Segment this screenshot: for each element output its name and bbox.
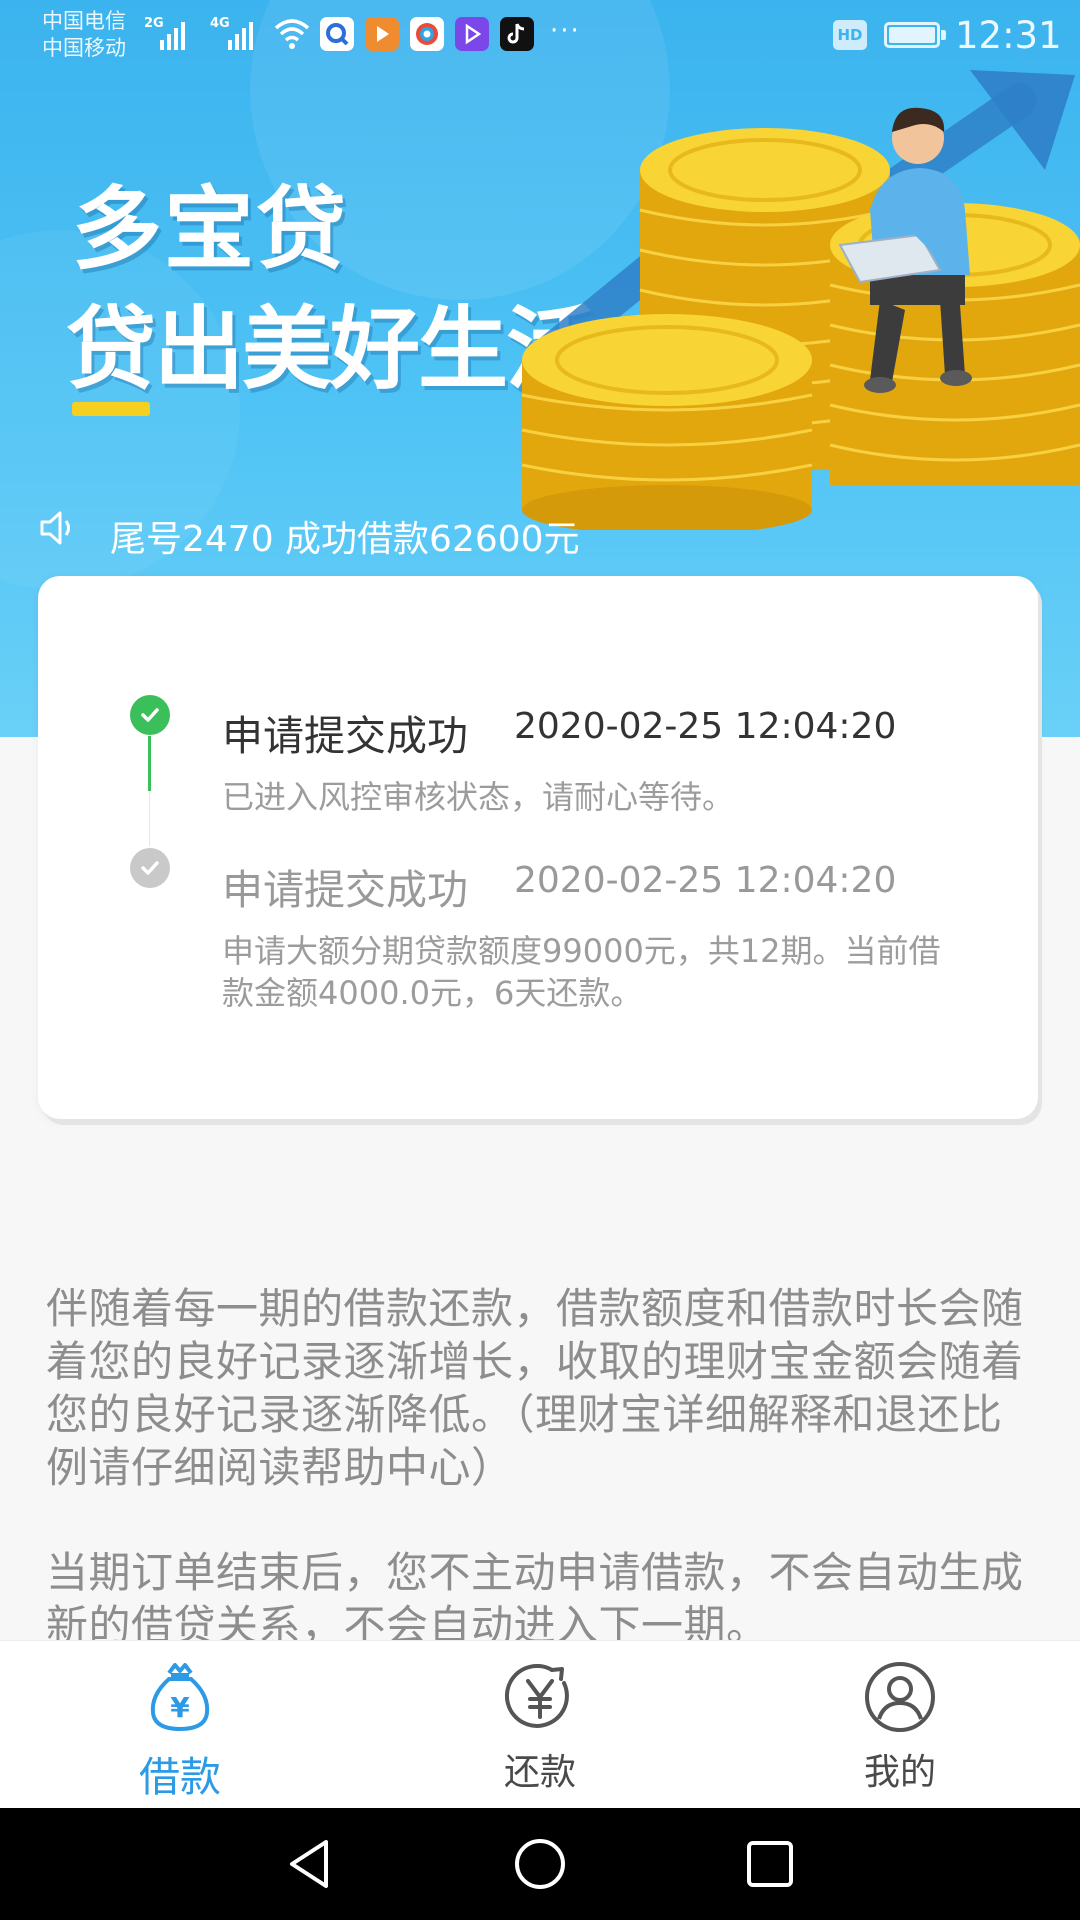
bottom-tab-bar: ¥ 借款 还款 我的 <box>0 1640 1080 1809</box>
system-navigation-bar <box>0 1808 1080 1920</box>
tab-repay-label: 还款 <box>503 1752 576 1793</box>
money-bag-icon: ¥ <box>150 1663 210 1732</box>
recents-icon[interactable] <box>742 1836 798 1892</box>
yen-circle-icon <box>504 1664 569 1728</box>
loan-notice-text: 尾号2470 成功借款62600元 <box>110 519 580 560</box>
wifi-icon <box>274 19 310 49</box>
browser-app-icon <box>410 17 444 51</box>
step-1-time: 2020-02-25 12:04:20 <box>514 706 897 747</box>
tab-mine[interactable]: 我的 <box>800 1661 1000 1795</box>
svg-text:¥: ¥ <box>170 1691 190 1724</box>
step-1-title: 申请提交成功 <box>222 712 468 760</box>
home-icon[interactable] <box>512 1836 568 1892</box>
video-app-icon <box>365 17 399 51</box>
timeline-connector <box>149 791 150 846</box>
info-paragraph-1: 伴随着每一期的借款还款，借款额度和借款时长会随着您的良好记录逐渐增长，收取的理财… <box>46 1284 1024 1492</box>
step-2-description: 申请大额分期贷款额度99000元，共12期。当前借款金额4000.0元，6天还款… <box>222 932 941 1012</box>
signal-4g-icon: 4G <box>210 16 253 50</box>
back-icon[interactable] <box>282 1836 338 1892</box>
network-label-1: 2G <box>144 16 164 31</box>
tab-borrow[interactable]: ¥ 借款 <box>80 1661 280 1803</box>
info-paragraph-2: 当期订单结束后，您不主动申请借款，不会自动生成新的借贷关系，不会自动进入下一期。 <box>46 1548 1024 1650</box>
step-2-time: 2020-02-25 12:04:20 <box>514 860 897 901</box>
network-label-2: 4G <box>210 16 230 31</box>
coins-illustration <box>521 70 1080 530</box>
tab-borrow-label: 借款 <box>139 1753 221 1801</box>
status-time: 12:31 <box>955 14 1062 57</box>
timeline-connector <box>148 736 151 791</box>
speaker-icon <box>40 511 70 545</box>
step-pending-icon <box>130 848 170 888</box>
carrier-2: 中国移动 <box>42 36 126 60</box>
hd-icon: HD <box>833 20 867 50</box>
application-progress-card: 申请提交成功 2020-02-25 12:04:20 已进入风控审核状态，请耐心… <box>38 576 1038 1119</box>
media-app-icon <box>455 17 489 51</box>
tab-mine-label: 我的 <box>863 1752 936 1793</box>
brand-name: 多宝贷 <box>72 177 348 282</box>
tiktok-app-icon <box>500 17 534 51</box>
carrier-1: 中国电信 <box>42 9 126 33</box>
battery-icon <box>884 22 946 48</box>
app-notification-icon <box>320 17 354 51</box>
user-icon <box>865 1662 935 1732</box>
more-notifications-icon: ··· <box>550 16 581 46</box>
step-1-description: 已进入风控审核状态，请耐心等待。 <box>222 778 735 816</box>
step-2-title: 申请提交成功 <box>222 866 468 914</box>
carrier-names: 中国电信 中国移动 <box>42 8 126 62</box>
slogan-underline <box>72 402 150 416</box>
tab-repay[interactable]: 还款 <box>440 1661 640 1795</box>
step-done-icon <box>130 695 170 735</box>
signal-2g-icon: 2G <box>144 16 185 50</box>
